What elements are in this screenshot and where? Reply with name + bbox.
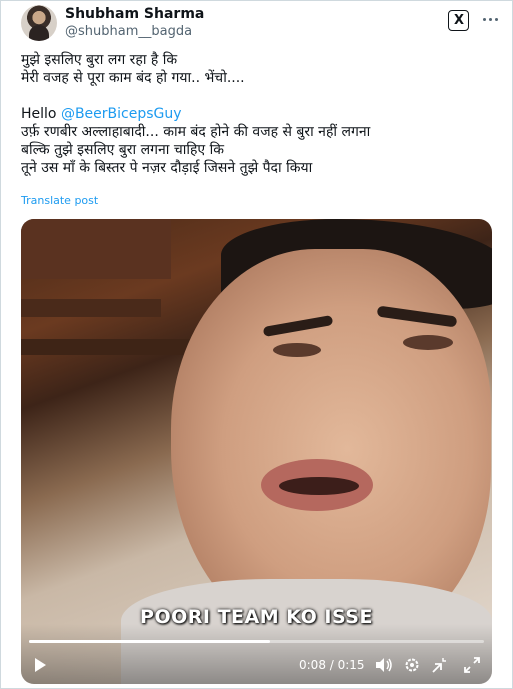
mention-link[interactable]: @BeerBicepsGuy (61, 106, 182, 122)
right-eye (403, 335, 453, 350)
volume-icon[interactable] (375, 657, 393, 673)
more-options-icon[interactable] (480, 9, 500, 29)
picture-in-picture-icon[interactable] (431, 657, 448, 673)
fullscreen-icon[interactable] (464, 657, 480, 673)
video-controls: 0:08 / 0:15 (21, 624, 492, 684)
ceiling-beam (21, 299, 161, 317)
post-line: मेरी वजह से पूरा काम बंद हो गया.. भेंचो.… (21, 70, 245, 86)
ceiling-beam (21, 219, 171, 279)
video-player[interactable]: POORI TEAM KO ISSE 0:08 / 0:15 (21, 219, 492, 684)
post-line: बल्कि तुझे इसलिए बुरा लगना चाहिए कि (21, 142, 224, 158)
translate-post-link[interactable]: Translate post (21, 194, 98, 207)
x-logo-icon[interactable]: X (448, 10, 469, 31)
hello-text: Hello (21, 106, 57, 122)
avatar[interactable] (21, 5, 57, 41)
author-handle[interactable]: @shubham__bagda (65, 24, 192, 40)
post-card: Shubham Sharma @shubham__bagda X मुझे इस… (0, 0, 513, 689)
settings-gear-icon[interactable] (404, 657, 420, 673)
post-line: तूने उस माँ के बिस्तर पे नज़र दौड़ाई जिस… (21, 160, 313, 176)
avatar-figure (29, 25, 49, 41)
post-line: उर्फ़ रणबीर अल्लाहाबादी... काम बंद होने … (21, 124, 371, 140)
progress-fill (29, 640, 271, 643)
play-icon[interactable] (33, 657, 47, 673)
time-display: 0:08 / 0:15 (299, 658, 365, 672)
mouth-inner (279, 477, 359, 495)
progress-bar[interactable] (29, 640, 484, 643)
author-display-name[interactable]: Shubham Sharma (65, 6, 204, 23)
post-line: Hello @BeerBicepsGuy (21, 105, 501, 123)
post-text: मुझे इसलिए बुरा लग रहा है कि मेरी वजह से… (21, 51, 501, 177)
post-line: मुझे इसलिए बुरा लग रहा है कि (21, 52, 178, 68)
left-eye (273, 343, 321, 357)
